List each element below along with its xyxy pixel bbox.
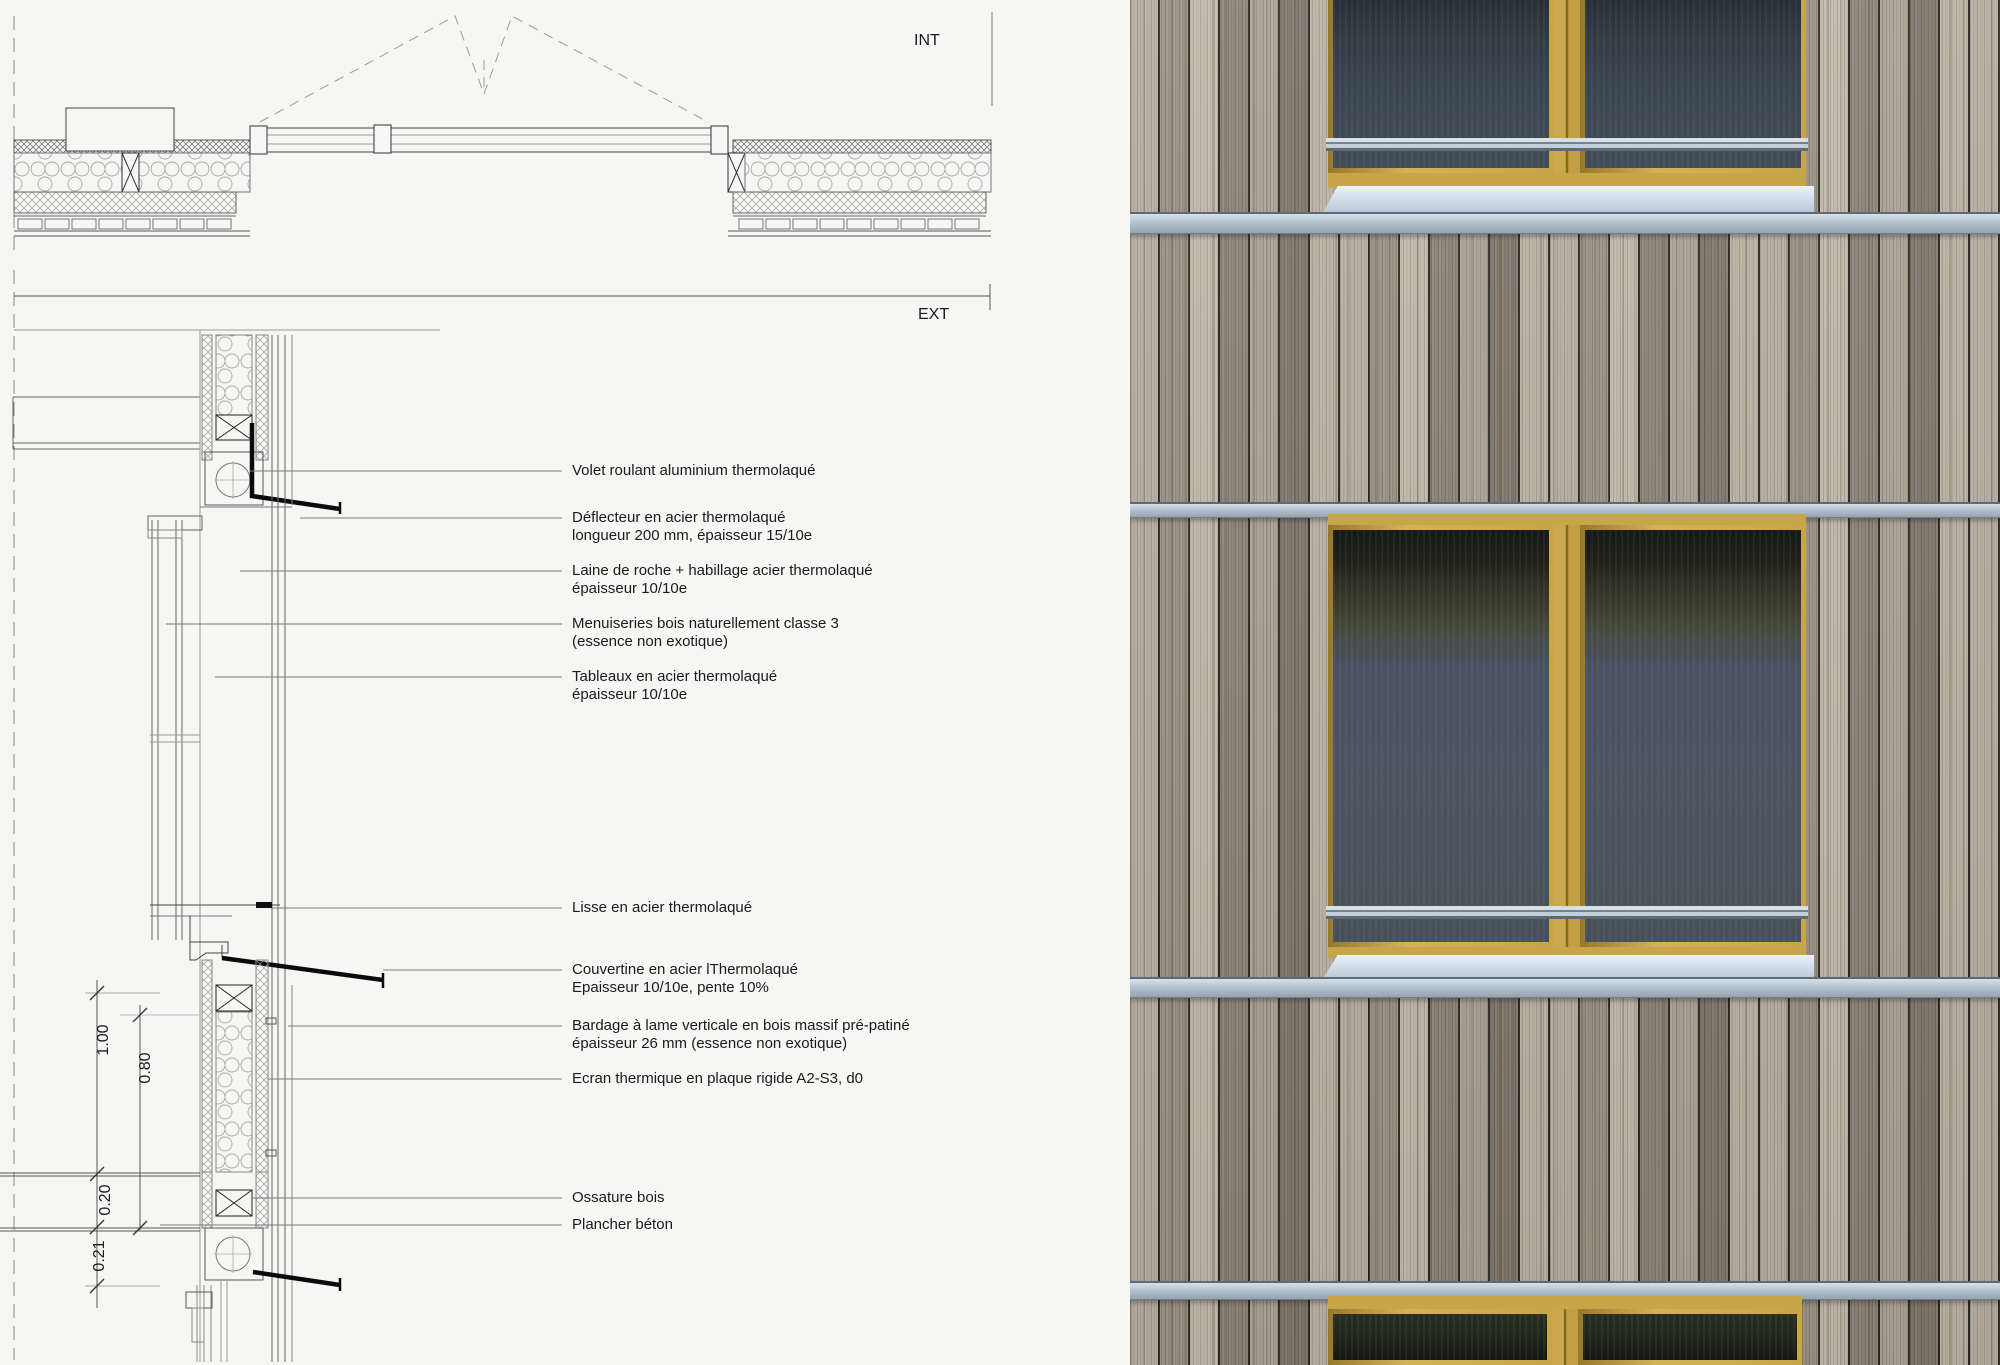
callout-plancher-beton: Plancher béton bbox=[572, 1216, 673, 1234]
window-sill bbox=[1322, 186, 1814, 214]
callout-text: Plancher béton bbox=[572, 1216, 673, 1234]
callout-text: Ossature bois bbox=[572, 1189, 665, 1207]
balcony-railing bbox=[1326, 138, 1808, 151]
window-mullion bbox=[1552, 1309, 1578, 1365]
balcony-railing bbox=[1326, 906, 1808, 919]
window-upper bbox=[1328, 0, 1806, 188]
callout-text: Lisse en acier thermolaqué bbox=[572, 899, 752, 917]
callout-lisse: Lisse en acier thermolaqué bbox=[572, 899, 752, 917]
callout-text: (essence non exotique) bbox=[572, 633, 839, 651]
callout-text: Ecran thermique en plaque rigide A2-S3, … bbox=[572, 1070, 863, 1088]
window-glass bbox=[1333, 530, 1549, 942]
callout-text: Menuiseries bois naturellement classe 3 bbox=[572, 615, 839, 633]
callout-bardage: Bardage à lame verticale en bois massif … bbox=[572, 1017, 910, 1053]
callout-text: Bardage à lame verticale en bois massif … bbox=[572, 1017, 910, 1035]
window-lower bbox=[1328, 1296, 1802, 1365]
callout-volet-roulant: Volet roulant aluminium thermolaqué bbox=[572, 462, 815, 480]
window-glass bbox=[1333, 1314, 1547, 1360]
window-sash bbox=[1328, 1309, 1552, 1365]
callout-text: Epaisseur 10/10e, pente 10% bbox=[572, 979, 798, 997]
window-sash bbox=[1328, 525, 1554, 947]
callout-deflecteur: Déflecteur en acier thermolaqué longueur… bbox=[572, 509, 812, 545]
plan-int-label: INT bbox=[914, 32, 940, 49]
window-sash bbox=[1578, 1309, 1802, 1365]
detail-drawing-pane: 1.00 0.80 0.20 0.21 INT EXT bbox=[0, 0, 1130, 1365]
dim-0-20: 0.20 bbox=[97, 1184, 114, 1215]
window-glass bbox=[1585, 530, 1801, 942]
callout-couvertine: Couvertine en acier lThermolaqué Epaisse… bbox=[572, 961, 798, 997]
callout-text: Tableaux en acier thermolaqué bbox=[572, 668, 777, 686]
callout-text: Déflecteur en acier thermolaqué bbox=[572, 509, 812, 527]
callout-text: longueur 200 mm, épaisseur 15/10e bbox=[572, 527, 812, 545]
facade-photo bbox=[1130, 0, 2000, 1365]
callout-tableaux: Tableaux en acier thermolaqué épaisseur … bbox=[572, 668, 777, 704]
steel-band bbox=[1130, 977, 2000, 998]
callout-menuiseries: Menuiseries bois naturellement classe 3 … bbox=[572, 615, 839, 651]
window-mullion bbox=[1554, 525, 1580, 947]
callout-text: épaisseur 26 mm (essence non exotique) bbox=[572, 1035, 910, 1053]
callout-text: Volet roulant aluminium thermolaqué bbox=[572, 462, 815, 480]
callout-ecran-thermique: Ecran thermique en plaque rigide A2-S3, … bbox=[572, 1070, 863, 1088]
plan-ext-label: EXT bbox=[918, 306, 949, 323]
window-sash bbox=[1580, 525, 1806, 947]
dim-0-21: 0.21 bbox=[91, 1240, 108, 1271]
callout-laine-de-roche: Laine de roche + habillage acier thermol… bbox=[572, 562, 873, 598]
callout-text: Laine de roche + habillage acier thermol… bbox=[572, 562, 873, 580]
dim-1-00: 1.00 bbox=[95, 1024, 112, 1055]
cad-linework: 1.00 0.80 0.20 0.21 INT EXT bbox=[0, 0, 1130, 1365]
callout-text: épaisseur 10/10e bbox=[572, 686, 777, 704]
window-glass bbox=[1583, 1314, 1797, 1360]
callout-text: épaisseur 10/10e bbox=[572, 580, 873, 598]
callout-text: Couvertine en acier lThermolaqué bbox=[572, 961, 798, 979]
callout-ossature-bois: Ossature bois bbox=[572, 1189, 665, 1207]
dim-0-80: 0.80 bbox=[137, 1052, 154, 1083]
window-middle bbox=[1328, 514, 1806, 958]
steel-band bbox=[1130, 212, 2000, 234]
screenshot-root: 1.00 0.80 0.20 0.21 INT EXT bbox=[0, 0, 2000, 1365]
